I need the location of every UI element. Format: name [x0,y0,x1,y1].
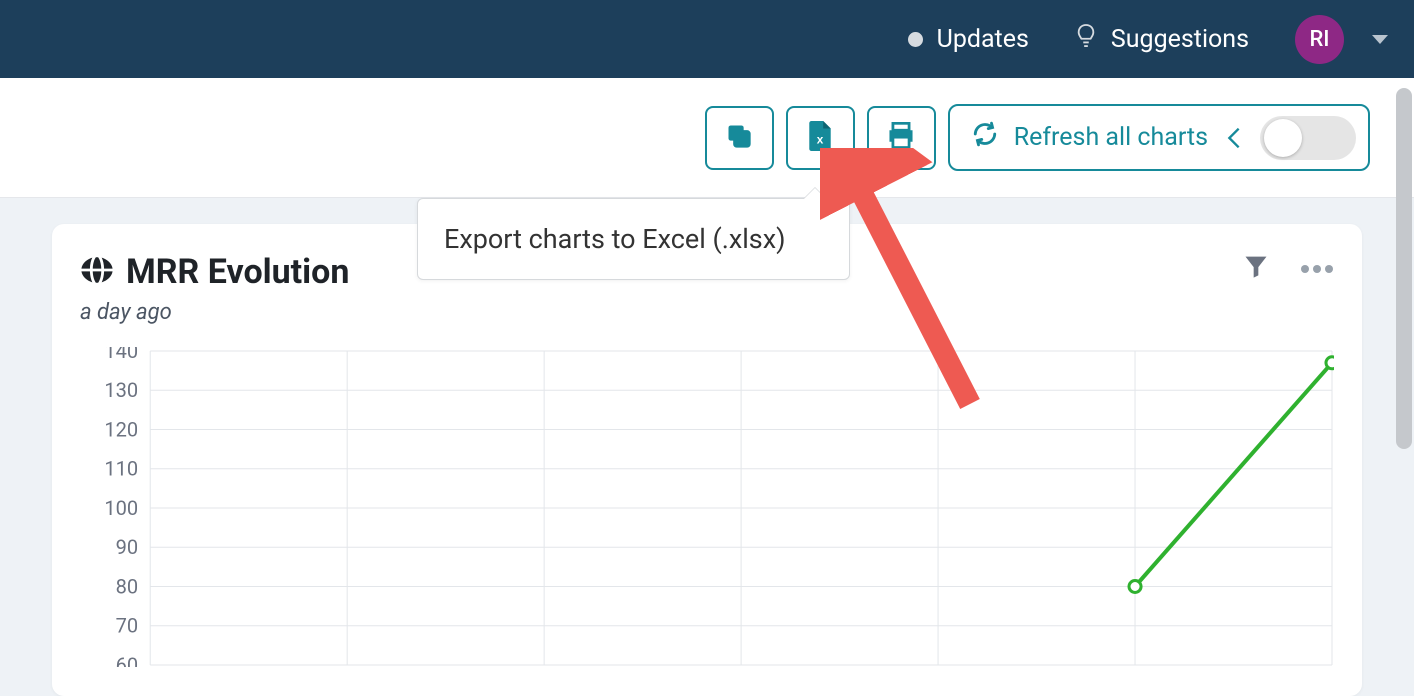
chart-plot: 60 70 80 90 100 110 120 130 140 [80,347,1334,667]
copy-charts-button[interactable] [705,106,774,170]
chevron-left-icon [1224,124,1244,152]
avatar-initials: RI [1309,27,1329,52]
tooltip-text: Export charts to Excel (.xlsx) [444,223,786,255]
auto-refresh-toggle[interactable] [1260,116,1356,160]
updates-dot-icon [908,32,923,47]
svg-text:100: 100 [104,496,138,520]
print-charts-button[interactable] [867,106,936,170]
refresh-all-charts-button[interactable]: Refresh all charts [948,104,1370,171]
svg-text:120: 120 [104,418,138,442]
chevron-down-icon [1372,35,1388,44]
svg-text:140: 140 [104,347,138,363]
chart-title: MRR Evolution [126,252,349,292]
svg-text:80: 80 [116,575,139,599]
svg-text:110: 110 [104,457,138,481]
chart-svg: 60 70 80 90 100 110 120 130 140 [80,347,1334,667]
refresh-icon [972,121,998,154]
chart-subtitle: a day ago [80,300,349,325]
svg-text:70: 70 [116,614,139,638]
print-icon [886,122,916,153]
globe-icon [80,253,114,291]
user-menu[interactable]: RI [1295,15,1388,64]
toggle-knob [1264,119,1302,157]
vertical-scrollbar[interactable] [1396,88,1412,449]
chart-filter-button[interactable] [1242,252,1270,284]
svg-text:x: x [817,134,824,147]
svg-text:60: 60 [116,653,139,667]
chart-more-button[interactable] [1300,259,1334,278]
export-excel-button[interactable]: x [786,106,855,170]
refresh-label: Refresh all charts [1014,123,1208,152]
chart-card-mrr-evolution: MRR Evolution a day ago 60 70 80 90 100 110 12… [52,224,1362,696]
lightbulb-icon [1075,23,1097,56]
avatar: RI [1295,15,1344,64]
svg-text:130: 130 [104,378,138,402]
svg-text:90: 90 [116,535,139,559]
updates-label: Updates [937,25,1029,54]
suggestions-nav-item[interactable]: Suggestions [1075,23,1249,56]
file-excel-icon: x [807,121,833,154]
updates-nav-item[interactable]: Updates [908,25,1029,54]
chart-toolbar: x Refresh all charts [0,78,1414,198]
top-navbar: Updates Suggestions RI [0,0,1414,78]
copy-icon [725,122,753,153]
export-excel-tooltip: Export charts to Excel (.xlsx) [417,198,850,280]
suggestions-label: Suggestions [1111,25,1249,54]
